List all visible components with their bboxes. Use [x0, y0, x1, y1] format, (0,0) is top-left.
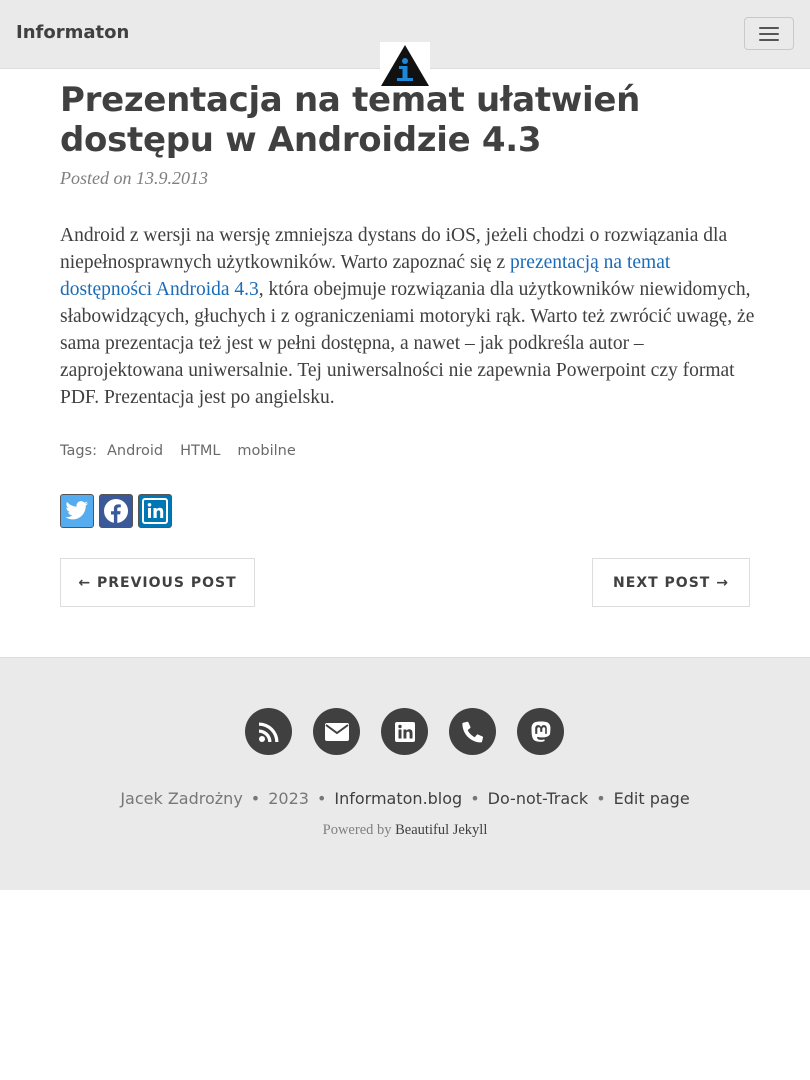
footer-social-links [245, 708, 564, 755]
footer-separator: • [470, 789, 480, 808]
footer: Jacek Zadrożny • 2023 • Informaton.blog • Do-n… [0, 657, 810, 890]
share-buttons [60, 494, 172, 528]
site-brand[interactable]: Informaton [16, 22, 129, 43]
share-twitter-button[interactable] [60, 494, 94, 528]
mastodon-icon [531, 721, 550, 742]
tag-android[interactable]: Android [107, 443, 163, 459]
share-facebook-button[interactable] [99, 494, 133, 528]
footer-edit-link[interactable]: Edit page [614, 789, 690, 808]
hamburger-icon [759, 26, 779, 41]
tag-mobilne[interactable]: mobilne [237, 443, 295, 459]
footer-site-link[interactable]: Informaton.blog [334, 789, 462, 808]
post-meta: Posted on 13.9.2013 [60, 168, 208, 188]
previous-post-button[interactable]: ← PREVIOUS POST [60, 558, 255, 607]
envelope-icon [324, 722, 349, 741]
footer-year: 2023 [268, 789, 309, 808]
footer-phone-link[interactable] [449, 708, 496, 755]
tags-label: Tags: [60, 443, 97, 459]
footer-email-link[interactable] [313, 708, 360, 755]
footer-separator: • [596, 789, 606, 808]
post-title: Prezentacja na temat ułatwień dostępu w … [60, 80, 640, 160]
post-body: Android z wersji na wersję zmniejsza dys… [60, 222, 755, 411]
linkedin-icon [142, 498, 168, 524]
next-post-button[interactable]: NEXT POST → [592, 558, 750, 607]
footer-rss-link[interactable] [245, 708, 292, 755]
footer-powered-by: Powered by Beautiful Jekyll [0, 822, 810, 839]
tags-list: Tags: Android HTML mobilne [60, 443, 313, 459]
menu-toggle-button[interactable] [744, 17, 794, 50]
footer-dnt-link[interactable]: Do-not-Track [488, 789, 589, 808]
footer-copyright-line: Jacek Zadrożny • 2023 • Informaton.blog • Do-n… [0, 789, 810, 808]
beautiful-jekyll-link[interactable]: Beautiful Jekyll [395, 822, 487, 838]
tag-html[interactable]: HTML [180, 443, 220, 459]
phone-icon [461, 721, 483, 742]
footer-linkedin-link[interactable] [381, 708, 428, 755]
twitter-icon [65, 501, 88, 520]
share-linkedin-button[interactable] [138, 494, 172, 528]
facebook-icon [104, 499, 128, 523]
linkedin-icon [394, 721, 415, 742]
footer-author: Jacek Zadrożny [120, 789, 243, 808]
footer-separator: • [316, 789, 327, 808]
powered-by-prefix: Powered by [322, 822, 392, 838]
footer-separator: • [250, 789, 261, 808]
footer-mastodon-link[interactable] [517, 708, 564, 755]
rss-icon [258, 722, 278, 742]
